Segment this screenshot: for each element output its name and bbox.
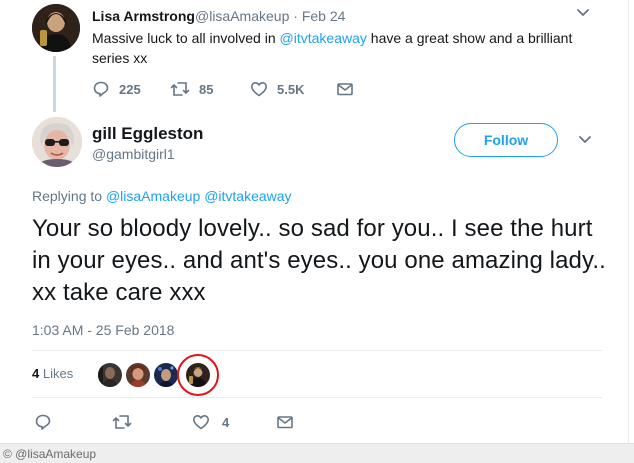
date-separator: · bbox=[293, 8, 298, 24]
parent-reply-action[interactable]: 225 bbox=[92, 80, 152, 98]
replying-mention-itvtakeaway[interactable]: @itvtakeaway bbox=[204, 188, 291, 204]
author-name[interactable]: gill Eggleston bbox=[92, 124, 203, 144]
parent-author-handle-date[interactable]: @lisaAmakeup · Feb 24 bbox=[195, 8, 345, 24]
divider bbox=[32, 397, 602, 398]
chevron-down-icon[interactable] bbox=[578, 132, 592, 146]
parent-tweet-date[interactable]: Feb 24 bbox=[302, 8, 346, 24]
image-credit-bar: © @lisaAmakeup bbox=[0, 443, 634, 463]
right-border bbox=[628, 0, 629, 463]
author-handle[interactable]: @gambitgirl1 bbox=[92, 146, 175, 162]
reply-action[interactable] bbox=[34, 413, 52, 431]
tweet-screenshot: Lisa Armstrong @lisaAmakeup · Feb 24 Mas… bbox=[0, 0, 634, 463]
retweet-action[interactable] bbox=[112, 413, 132, 431]
parent-tweet-text: Massive luck to all involved in @itvtake… bbox=[92, 28, 592, 68]
parent-message-action[interactable] bbox=[336, 80, 354, 98]
parent-author-name[interactable]: Lisa Armstrong bbox=[92, 8, 195, 24]
replying-mention-lisaamakeup[interactable]: @lisaAmakeup bbox=[106, 188, 200, 204]
parent-retweet-count: 85 bbox=[199, 81, 214, 97]
liker-avatar[interactable] bbox=[154, 363, 178, 387]
parent-text-before: Massive luck to all involved in bbox=[92, 30, 280, 46]
parent-retweet-action[interactable]: 85 bbox=[170, 80, 250, 98]
liker-avatar[interactable] bbox=[126, 363, 150, 387]
parent-reply-count: 225 bbox=[119, 81, 141, 97]
envelope-icon bbox=[337, 83, 353, 96]
heart-icon bbox=[251, 82, 267, 97]
parent-mention-link[interactable]: @itvtakeaway bbox=[280, 30, 367, 46]
thread-connector-line bbox=[53, 56, 56, 112]
message-action[interactable] bbox=[276, 413, 294, 431]
replying-to-line: Replying to @lisaAmakeup @itvtakeaway bbox=[32, 188, 292, 204]
likes-count: 4 bbox=[32, 366, 40, 381]
retweet-icon bbox=[170, 82, 190, 96]
envelope-icon bbox=[277, 416, 293, 429]
reply-icon bbox=[35, 414, 51, 430]
avatar-gill-eggleston[interactable] bbox=[32, 117, 82, 167]
replying-to-label: Replying to bbox=[32, 188, 103, 204]
follow-button[interactable]: Follow bbox=[454, 123, 558, 157]
parent-author-handle[interactable]: @lisaAmakeup bbox=[195, 8, 289, 24]
chevron-down-icon[interactable] bbox=[576, 5, 590, 19]
heart-icon bbox=[193, 415, 209, 430]
parent-tweet-actions: 225 85 5.5K bbox=[92, 80, 354, 98]
divider bbox=[32, 350, 602, 351]
reply-icon bbox=[93, 81, 109, 97]
likes-label: Likes bbox=[42, 366, 74, 381]
retweet-icon bbox=[112, 415, 132, 429]
tweet-timestamp[interactable]: 1:03 AM - 25 Feb 2018 bbox=[32, 322, 174, 338]
avatar-lisa-armstrong[interactable] bbox=[32, 4, 80, 52]
parent-like-count: 5.5K bbox=[277, 81, 305, 97]
parent-like-action[interactable]: 5.5K bbox=[250, 80, 336, 98]
like-action[interactable]: 4 bbox=[192, 413, 229, 431]
likes-summary[interactable]: 4 Likes bbox=[32, 366, 73, 381]
liker-avatar[interactable] bbox=[98, 363, 122, 387]
highlight-circle bbox=[177, 354, 219, 396]
like-count: 4 bbox=[222, 414, 230, 430]
tweet-text: Your so bloody lovely.. so sad for you..… bbox=[32, 215, 606, 306]
image-credit: © @lisaAmakeup bbox=[3, 447, 97, 461]
